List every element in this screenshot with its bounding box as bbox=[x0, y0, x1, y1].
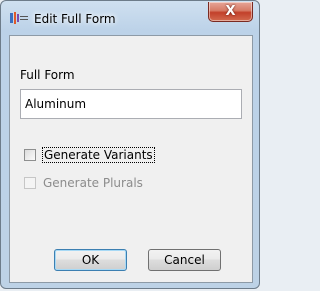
close-button[interactable]: X bbox=[208, 2, 253, 22]
dialog-window: Edit Full Form X Full Form Generate Vari… bbox=[0, 0, 260, 289]
title-bar[interactable]: Edit Full Form X bbox=[1, 1, 259, 31]
checkbox-box[interactable] bbox=[24, 149, 36, 161]
ok-button[interactable]: OK bbox=[54, 249, 127, 271]
full-form-label: Full Form bbox=[20, 68, 75, 82]
generate-variants-label: Generate Variants bbox=[42, 147, 155, 163]
full-form-input[interactable] bbox=[20, 89, 242, 119]
app-dialog-icon bbox=[10, 11, 28, 25]
cancel-button[interactable]: Cancel bbox=[148, 249, 221, 271]
window-title: Edit Full Form bbox=[34, 12, 116, 26]
generate-plurals-label: Generate Plurals bbox=[43, 176, 143, 190]
generate-plurals-checkbox: Generate Plurals bbox=[24, 176, 143, 190]
dialog-content: Full Form Generate Variants Generate Plu… bbox=[9, 35, 253, 283]
generate-variants-checkbox[interactable]: Generate Variants bbox=[24, 147, 155, 163]
checkbox-box-disabled bbox=[24, 177, 36, 189]
close-icon: X bbox=[225, 4, 236, 19]
